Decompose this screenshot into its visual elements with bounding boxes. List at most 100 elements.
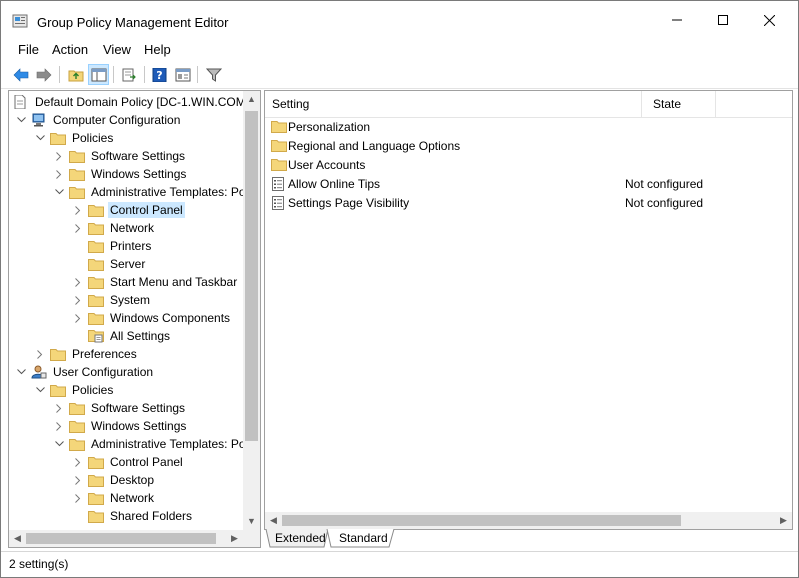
scroll-up-icon[interactable]: ▲ [243, 91, 260, 108]
menu-action[interactable]: Action [52, 42, 88, 57]
tree-item-system[interactable]: System [72, 291, 152, 309]
chevron-down-icon[interactable] [53, 183, 65, 201]
close-button[interactable] [746, 1, 792, 39]
show-hide-tree-icon[interactable] [88, 64, 109, 85]
forward-icon[interactable] [33, 64, 54, 85]
chevron-right-icon[interactable] [34, 345, 46, 363]
list-item[interactable]: User Accounts [265, 156, 792, 175]
folder-icon [50, 383, 66, 397]
folder-icon [88, 293, 104, 307]
tree-item-preferences[interactable]: Preferences [34, 345, 139, 363]
tab-extended[interactable]: Extended [275, 529, 326, 547]
chevron-right-icon[interactable] [72, 471, 84, 489]
scroll-down-icon[interactable]: ▼ [243, 513, 260, 530]
chevron-right-icon[interactable] [72, 219, 84, 237]
details-list[interactable]: Setting State Personalization Regional a… [264, 90, 793, 530]
tree-item-administrative-templates[interactable]: Administrative Templates: Po [53, 183, 248, 201]
folder-icon [88, 275, 104, 289]
tree-horizontal-scrollbar[interactable]: ◀ ▶ [9, 530, 243, 547]
export-list-icon[interactable] [118, 64, 139, 85]
menu-help[interactable]: Help [144, 42, 171, 57]
policy-setting-icon [271, 177, 287, 191]
chevron-right-icon[interactable] [72, 489, 84, 507]
properties-icon[interactable] [172, 64, 193, 85]
chevron-down-icon[interactable] [34, 129, 46, 147]
scroll-left-icon[interactable]: ◀ [265, 512, 282, 529]
details-horizontal-scrollbar[interactable]: ◀ ▶ [265, 512, 792, 529]
tree-root[interactable]: Default Domain Policy [DC-1.WIN.COM [13, 93, 248, 111]
chevron-down-icon[interactable] [34, 381, 46, 399]
chevron-down-icon[interactable] [15, 111, 27, 129]
tab-standard[interactable]: Standard [339, 529, 388, 547]
column-setting[interactable]: Setting [272, 97, 309, 111]
list-item[interactable]: Personalization [265, 118, 792, 137]
tree-item-start-menu-and-taskbar[interactable]: Start Menu and Taskbar [72, 273, 239, 291]
folder-icon [271, 120, 287, 134]
chevron-down-icon[interactable] [15, 363, 27, 381]
maximize-button[interactable] [700, 1, 746, 39]
tree-item-user-policies[interactable]: Policies [34, 381, 115, 399]
scroll-thumb[interactable] [26, 533, 216, 544]
tree-vertical-scrollbar[interactable]: ▲ ▼ [243, 91, 260, 530]
tree-item-desktop[interactable]: Desktop [72, 471, 156, 489]
list-item[interactable]: Allow Online Tips Not configured [265, 175, 792, 194]
scroll-left-icon[interactable]: ◀ [9, 530, 26, 547]
back-icon[interactable] [10, 64, 31, 85]
tree-item-windows-settings[interactable]: Windows Settings [53, 165, 188, 183]
chevron-right-icon[interactable] [53, 147, 65, 165]
chevron-right-icon[interactable] [72, 309, 84, 327]
folder-icon [50, 131, 66, 145]
folder-icon [271, 139, 287, 153]
menu-bar: File Action View Help [1, 39, 798, 61]
tree-item-user-control-panel[interactable]: Control Panel [72, 453, 185, 471]
minimize-button[interactable] [654, 1, 700, 39]
scroll-right-icon[interactable]: ▶ [775, 512, 792, 529]
status-bar: 2 setting(s) [1, 551, 798, 577]
chevron-right-icon[interactable] [72, 291, 84, 309]
folder-icon [69, 167, 85, 181]
policy-setting-icon [271, 196, 287, 210]
tree-item-user-windows-settings[interactable]: Windows Settings [53, 417, 188, 435]
chevron-right-icon[interactable] [72, 201, 84, 219]
folder-icon [88, 473, 104, 487]
scroll-thumb[interactable] [245, 111, 258, 441]
tree-item-policies[interactable]: Policies [34, 129, 115, 147]
tree-item-network[interactable]: Network [72, 219, 156, 237]
help-icon[interactable]: ? [149, 64, 170, 85]
tree-item-software-settings[interactable]: Software Settings [53, 147, 187, 165]
tree-item-server[interactable]: Server [72, 255, 147, 273]
menu-view[interactable]: View [103, 42, 131, 57]
tree-item-user-network[interactable]: Network [72, 489, 156, 507]
chevron-right-icon[interactable] [53, 399, 65, 417]
list-item[interactable]: Regional and Language Options [265, 137, 792, 156]
menu-file[interactable]: File [18, 42, 39, 57]
chevron-right-icon[interactable] [72, 273, 84, 291]
scroll-right-icon[interactable]: ▶ [226, 530, 243, 547]
window-title: Group Policy Management Editor [37, 15, 229, 30]
folder-icon [88, 257, 104, 271]
folder-icon [69, 185, 85, 199]
tree-item-user-configuration[interactable]: User Configuration [15, 363, 155, 381]
up-folder-icon[interactable] [65, 64, 86, 85]
tree-item-computer-configuration[interactable]: Computer Configuration [15, 111, 182, 129]
chevron-right-icon[interactable] [53, 417, 65, 435]
tree-item-all-settings[interactable]: All Settings [72, 327, 172, 345]
toolbar: ? [1, 61, 798, 89]
tree-item-user-administrative-templates[interactable]: Administrative Templates: Po [53, 435, 248, 453]
chevron-down-icon[interactable] [53, 435, 65, 453]
scroll-thumb[interactable] [282, 515, 681, 526]
chevron-right-icon[interactable] [72, 453, 84, 471]
tree-item-printers[interactable]: Printers [72, 237, 153, 255]
tree-item-user-software-settings[interactable]: Software Settings [53, 399, 187, 417]
filter-icon[interactable] [203, 64, 224, 85]
column-header: Setting State [265, 91, 792, 118]
tree-item-shared-folders[interactable]: Shared Folders [72, 507, 194, 525]
list-item[interactable]: Settings Page Visibility Not configured [265, 194, 792, 213]
svg-text:?: ? [156, 69, 162, 82]
console-tree[interactable]: Default Domain Policy [DC-1.WIN.COM Comp… [8, 90, 261, 548]
tree-item-windows-components[interactable]: Windows Components [72, 309, 232, 327]
chevron-right-icon[interactable] [53, 165, 65, 183]
column-state[interactable]: State [653, 97, 681, 111]
folder-icon [88, 491, 104, 505]
tree-item-control-panel[interactable]: Control Panel [72, 201, 185, 219]
